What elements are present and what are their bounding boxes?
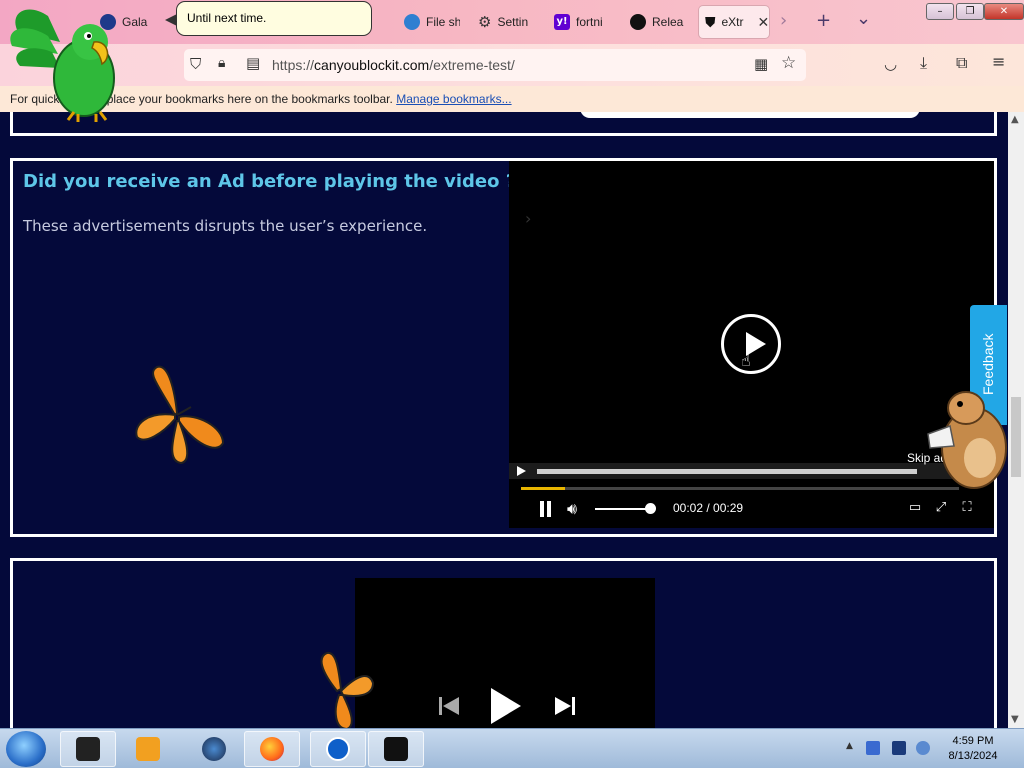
speech-text: Until next time. bbox=[187, 11, 267, 25]
tab-fortnite[interactable]: y! fortni bbox=[548, 6, 612, 38]
bookmark-star-icon[interactable]: ☆ bbox=[781, 53, 796, 73]
bookmarks-toolbar: For quick access, place your bookmarks h… bbox=[0, 86, 1024, 112]
pocket-icon[interactable]: ◡ bbox=[884, 55, 897, 73]
clock-time: 4:59 PM bbox=[952, 735, 994, 747]
video-controls: 🔊︎ 00:02 / 00:29 ▭ ⤢ ⛶ bbox=[509, 493, 994, 523]
minimize-button[interactable]: – bbox=[926, 3, 954, 20]
clock-date: 8/13/2024 bbox=[948, 750, 998, 762]
section-title: Did you receive an Ad before playing the… bbox=[23, 171, 517, 192]
section-description: These advertisements disrupts the user’s… bbox=[23, 217, 428, 235]
media-player-icon bbox=[136, 737, 160, 761]
cursor-icon: ☝ bbox=[741, 351, 751, 370]
page-scrollbar[interactable]: ▲ ▼ bbox=[1008, 112, 1024, 728]
next-track-icon[interactable] bbox=[553, 696, 577, 716]
notes-icon bbox=[384, 737, 408, 761]
tab-label: Relea bbox=[652, 15, 684, 29]
terminal-icon bbox=[76, 737, 100, 761]
share-icon bbox=[404, 14, 420, 30]
video-progress-fill bbox=[521, 487, 565, 490]
scroll-down-icon[interactable]: ▼ bbox=[1011, 714, 1019, 725]
teamviewer-icon bbox=[326, 737, 350, 761]
gear-icon: ⚙ bbox=[478, 14, 492, 31]
display-tray-icon[interactable] bbox=[892, 741, 906, 755]
tab-settings[interactable]: ⚙ Settin bbox=[472, 6, 536, 38]
volume-slider[interactable] bbox=[595, 508, 649, 510]
firefox-icon bbox=[260, 737, 284, 761]
list-tabs-button[interactable]: ⌄ bbox=[856, 8, 871, 29]
video-progress[interactable] bbox=[521, 487, 959, 490]
tab-bar: Gala File sh ⚙ Settin y! fortni Relea ⛊ … bbox=[0, 0, 1024, 44]
web-page: Did you receive an Ad before playing the… bbox=[0, 112, 1008, 728]
scroll-thumb[interactable] bbox=[1011, 397, 1021, 477]
show-hidden-icons[interactable]: ▲ bbox=[846, 741, 853, 751]
url-text: https://canyoublockit.com/extreme-test/ bbox=[272, 57, 515, 73]
ad-track bbox=[537, 469, 917, 474]
reader-view-icon[interactable]: ▦ bbox=[754, 55, 768, 73]
volume-icon[interactable]: 🔊︎ bbox=[567, 499, 577, 519]
butterfly-decoration bbox=[135, 365, 225, 465]
windows-taskbar: ▲ 4:59 PM 8/13/2024 bbox=[0, 728, 1024, 768]
hamster-mascot bbox=[927, 391, 1007, 489]
extensions-icon[interactable]: ⧉ bbox=[956, 53, 967, 73]
shield-icon: ⛊ bbox=[705, 13, 716, 30]
tab-label: Settin bbox=[497, 15, 529, 29]
taskbar-app-globe[interactable] bbox=[186, 731, 242, 767]
cast-icon: › bbox=[525, 209, 532, 228]
lock-icon[interactable]: 🔒︎ bbox=[218, 55, 225, 71]
address-bar[interactable]: ⛉ 🔒︎ ▤ https://canyoublockit.com/extreme… bbox=[184, 49, 806, 81]
video-time: 00:02 / 00:29 bbox=[673, 501, 744, 515]
next-section bbox=[10, 558, 997, 728]
tab-extreme-test[interactable]: ⛊ eXtr ✕ bbox=[699, 6, 769, 38]
volume-tray-icon[interactable] bbox=[916, 741, 930, 755]
close-tab-icon[interactable]: ✕ bbox=[758, 14, 769, 31]
tab-file-share[interactable]: File sh bbox=[398, 6, 460, 38]
globe-icon bbox=[202, 737, 226, 761]
tab-label: File sh bbox=[426, 15, 460, 29]
downloads-icon[interactable]: ⤓ bbox=[920, 53, 927, 73]
tracking-shield-icon[interactable]: ⛉ bbox=[190, 55, 201, 73]
second-play-button[interactable] bbox=[491, 688, 521, 724]
taskbar-app-notes[interactable] bbox=[368, 731, 424, 767]
tab-releases[interactable]: Relea bbox=[624, 6, 690, 38]
manage-bookmarks-link[interactable]: Manage bookmarks... bbox=[396, 92, 511, 106]
fullscreen-icon[interactable]: ⛶ bbox=[959, 501, 975, 515]
system-clock[interactable]: 4:59 PM 8/13/2024 bbox=[940, 734, 1006, 764]
volume-knob[interactable] bbox=[645, 503, 656, 514]
butterfly-decoration bbox=[320, 651, 375, 728]
tab-label: fortni bbox=[576, 15, 603, 29]
second-video-player[interactable] bbox=[355, 578, 655, 728]
ad-progress-bar bbox=[509, 463, 959, 479]
taskbar-app-firefox[interactable] bbox=[244, 731, 300, 767]
pip-icon[interactable]: ⤢ bbox=[933, 501, 949, 515]
parrot-mascot bbox=[10, 9, 115, 122]
theater-mode-icon[interactable]: ▭ bbox=[907, 501, 923, 515]
tab-label: eXtr bbox=[721, 15, 744, 29]
previous-section-button[interactable] bbox=[580, 112, 920, 118]
nav-toolbar: ⛉ 🔒︎ ▤ https://canyoublockit.com/extreme… bbox=[0, 44, 1024, 86]
assistant-speech-bubble: Until next time. bbox=[165, 1, 372, 36]
url-host: canyoublockit.com bbox=[314, 57, 430, 73]
pause-button[interactable] bbox=[539, 501, 553, 517]
yahoo-icon: y! bbox=[554, 14, 570, 30]
chevron-right-icon[interactable]: › bbox=[780, 10, 787, 31]
restore-button[interactable]: ❐ bbox=[956, 3, 984, 20]
url-path: /extreme-test/ bbox=[429, 57, 515, 73]
taskbar-app-teamviewer[interactable] bbox=[310, 731, 366, 767]
github-icon bbox=[630, 14, 646, 30]
network-tray-icon[interactable] bbox=[866, 741, 880, 755]
previous-track-icon[interactable] bbox=[437, 696, 461, 716]
taskbar-app-terminal[interactable] bbox=[60, 731, 116, 767]
tab-label: Gala bbox=[122, 15, 148, 29]
permissions-icon[interactable]: ▤ bbox=[246, 54, 260, 72]
new-tab-button[interactable]: + bbox=[816, 10, 831, 31]
scroll-up-icon[interactable]: ▲ bbox=[1011, 114, 1019, 125]
close-window-button[interactable]: ✕ bbox=[984, 3, 1024, 20]
ad-play-icon[interactable] bbox=[517, 466, 526, 476]
menu-icon[interactable]: ≡ bbox=[992, 52, 1005, 71]
taskbar-app-media[interactable] bbox=[120, 731, 176, 767]
ad-test-section: Did you receive an Ad before playing the… bbox=[10, 158, 997, 537]
start-button[interactable] bbox=[6, 731, 46, 767]
url-scheme: https:// bbox=[272, 57, 315, 73]
play-button[interactable] bbox=[721, 314, 781, 374]
